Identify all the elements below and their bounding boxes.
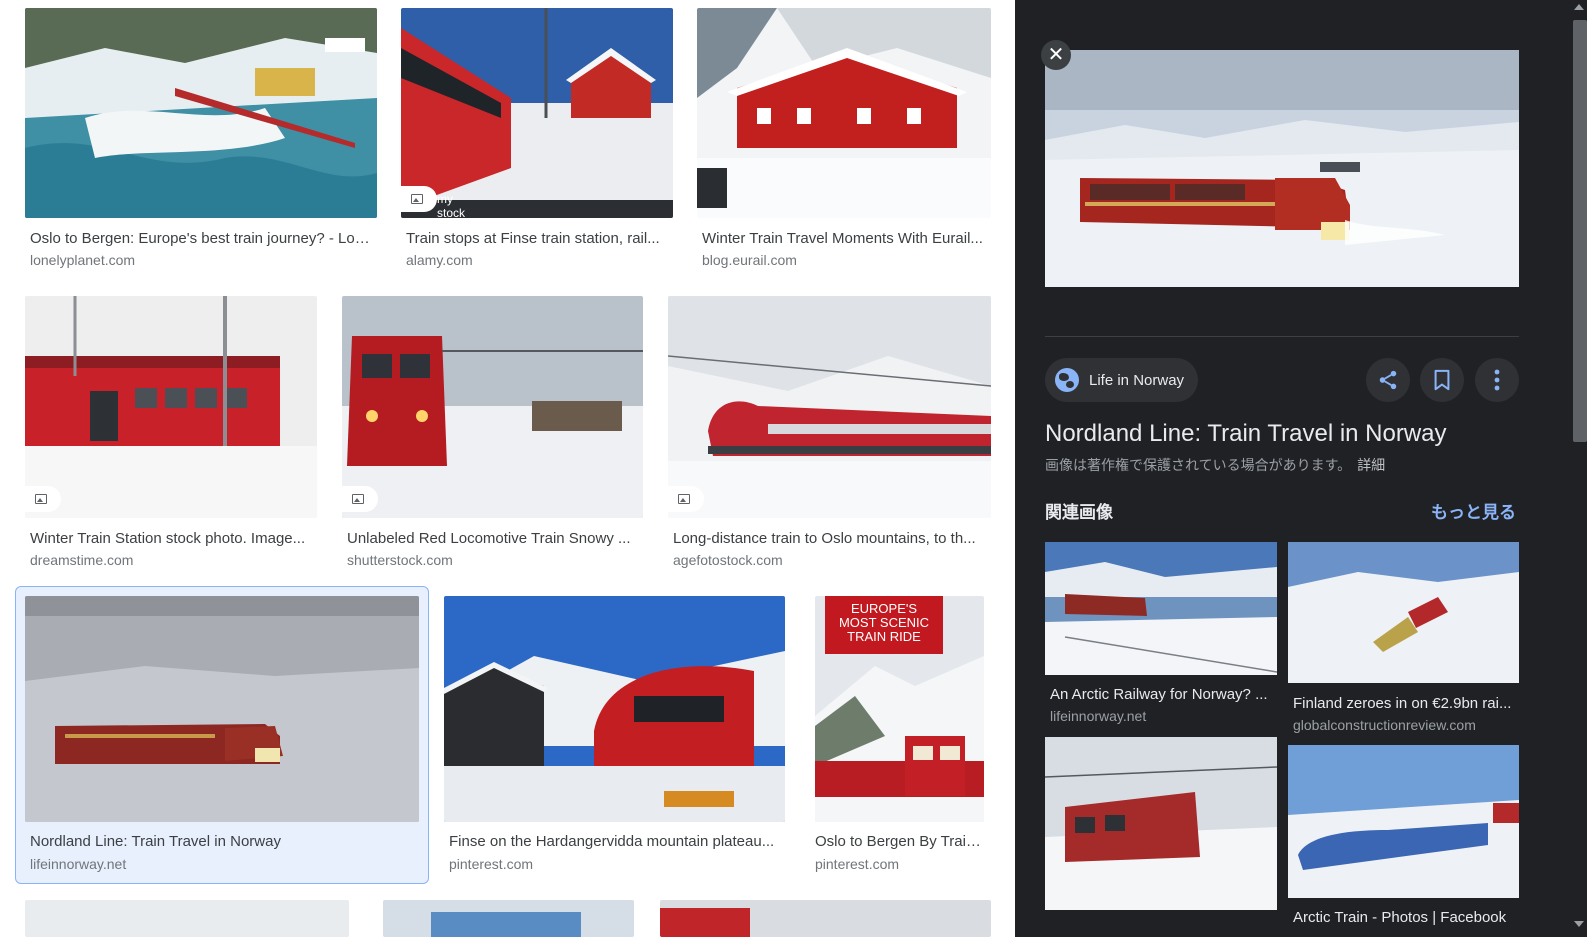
poster-line: TRAIN RIDE [847,629,921,644]
globe-icon [1055,368,1079,392]
result-title[interactable]: Winter Train Station stock photo. Image.… [30,530,315,548]
result-source: lonelyplanet.com [30,252,136,268]
share-icon [1379,370,1397,390]
result-thumbnail[interactable] [25,900,349,937]
image-results-grid: Oslo to Bergen: Europe's best train jour… [0,0,1015,937]
panel-divider [1045,336,1519,337]
details-link[interactable]: 詳細 [1357,457,1385,473]
result-thumbnail[interactable] [444,596,785,822]
save-button[interactable] [1420,358,1464,402]
poster-line: EUROPE'S [850,601,918,616]
result-source: lifeinnorway.net [30,856,127,872]
result-thumbnail[interactable]: my stock photo [401,8,673,218]
panel-title[interactable]: Nordland Line: Train Travel in Norway [1045,420,1447,448]
result-thumbnail[interactable] [25,596,419,822]
result-thumbnail[interactable]: EUROPE'S MOST SCENIC TRAIN RIDE [815,596,984,822]
panel-scrollbar[interactable] [1567,0,1587,937]
more-vert-icon [1494,369,1500,391]
result-source: blog.eurail.com [702,252,797,268]
related-thumbnail[interactable] [1045,737,1277,910]
image-badge [668,486,704,512]
scrollbar-thumb[interactable] [1573,20,1587,442]
thumbnail-detail [431,912,581,937]
scroll-up-icon[interactable] [1574,4,1584,10]
result-title[interactable]: Unlabeled Red Locomotive Train Snowy ... [347,530,641,548]
close-icon[interactable]: ✕ [1041,40,1071,70]
image-icon [678,494,690,504]
result-source: pinterest.com [449,856,534,872]
result-thumbnail[interactable] [660,900,991,937]
see-more-link[interactable]: もっと見る [1431,498,1516,523]
image-icon [35,494,47,504]
result-title[interactable]: Winter Train Travel Moments With Eurail.… [702,230,989,248]
poster-line: MOST SCENIC [838,615,930,630]
image-badge: my stock photo [401,186,465,218]
result-title[interactable]: Train stops at Finse train station, rail… [406,230,671,248]
result-thumbnail[interactable] [668,296,991,518]
related-source: lifeinnorway.net [1050,708,1147,724]
more-options-button[interactable] [1475,358,1519,402]
result-title[interactable]: Nordland Line: Train Travel in Norway [30,833,417,851]
copyright-notice: 画像は著作権で保護されている場合があります。 詳細 [1045,455,1385,475]
related-source: globalconstructionreview.com [1293,717,1476,733]
image-icon [352,494,364,504]
related-title[interactable]: Finland zeroes in on €2.9bn rai... [1293,695,1518,713]
result-title[interactable]: Finse on the Hardangervidda mountain pla… [449,833,783,851]
result-title[interactable]: Oslo to Bergen By Train... [815,833,985,851]
related-title[interactable]: Arctic Train - Photos | Facebook [1293,909,1518,927]
result-title[interactable]: Oslo to Bergen: Europe's best train jour… [30,230,375,248]
image-badge [342,486,378,512]
related-thumbnail[interactable] [1045,542,1277,675]
result-thumbnail[interactable] [25,296,317,518]
related-title[interactable]: An Arctic Railway for Norway? ... [1050,686,1275,704]
scroll-down-icon[interactable] [1574,921,1584,927]
image-badge [25,486,61,512]
related-thumbnail[interactable] [1288,542,1519,683]
result-thumbnail[interactable] [383,900,634,937]
result-title[interactable]: Long-distance train to Oslo mountains, t… [673,530,989,548]
share-button[interactable] [1366,358,1410,402]
preview-image[interactable] [1045,50,1519,287]
result-thumbnail[interactable] [342,296,643,518]
poster-heading: EUROPE'S MOST SCENIC TRAIN RIDE [825,602,943,644]
result-source: shutterstock.com [347,552,453,568]
copyright-text: 画像は著作権で保護されている場合があります。 [1045,457,1352,473]
result-source: dreamstime.com [30,552,134,568]
result-source: agefotostock.com [673,552,783,568]
thumbnail-detail [660,908,750,937]
related-thumbnail[interactable] [1288,745,1519,898]
result-thumbnail[interactable] [25,8,377,218]
site-name: Life in Norway [1089,371,1185,389]
site-chip[interactable]: Life in Norway [1045,358,1199,402]
badge-label: my stock photo [437,192,466,218]
result-source: alamy.com [406,252,473,268]
result-thumbnail[interactable] [697,8,991,218]
bookmark-icon [1434,369,1450,391]
result-source: pinterest.com [815,856,900,872]
related-images-heading: 関連画像 [1045,503,1113,522]
image-icon [411,194,423,204]
